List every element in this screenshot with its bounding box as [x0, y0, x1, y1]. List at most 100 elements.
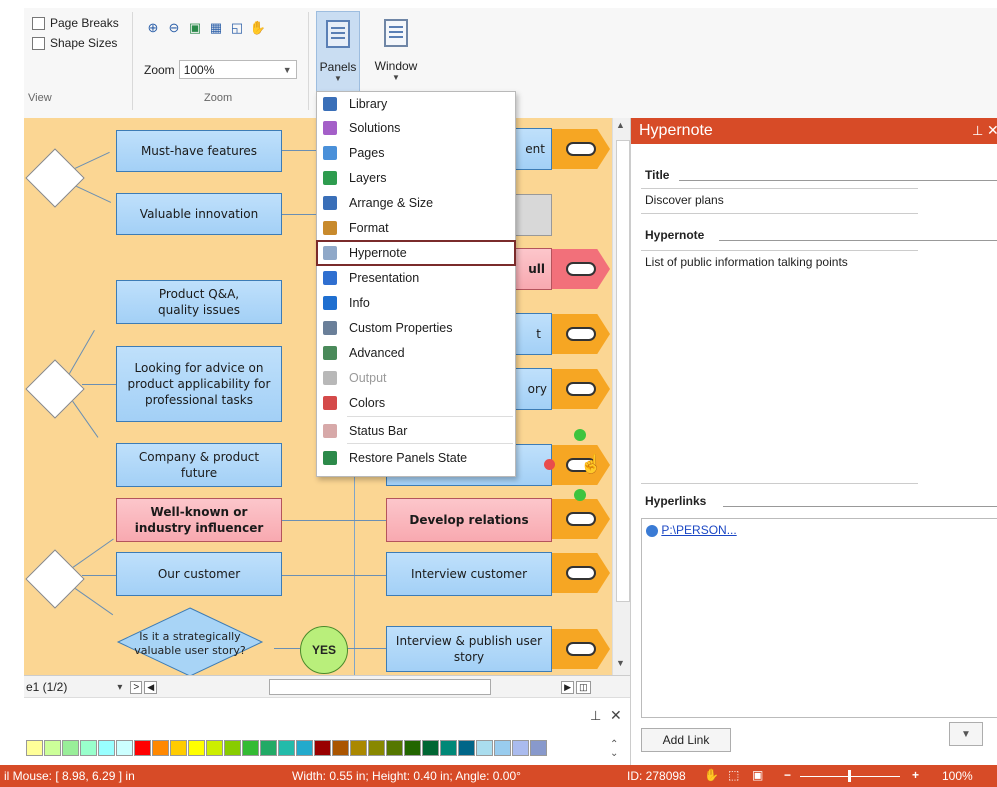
menu-item-arrange-size[interactable]: Arrange & Size [317, 191, 515, 215]
scroll-left-icon[interactable]: ◀ [144, 680, 158, 694]
dropdown-chevron-icon[interactable]: ▼ [949, 722, 983, 746]
mindmap-tag[interactable] [552, 249, 610, 289]
color-swatch[interactable] [422, 740, 439, 756]
node-publish-user-story[interactable]: Interview & publish user story [386, 626, 552, 672]
page-breaks-checkbox[interactable]: Page Breaks [32, 16, 119, 30]
color-swatch[interactable] [224, 740, 241, 756]
close-icon[interactable]: ✕ [987, 122, 997, 139]
node-develop-relations[interactable]: Develop relations [386, 498, 552, 542]
scroll-up-icon[interactable]: ▲ [616, 120, 625, 130]
title-field[interactable]: Discover plans [641, 188, 918, 214]
scroll-thumb[interactable] [616, 140, 630, 602]
fit-width-icon[interactable]: ▦ [208, 20, 224, 36]
menu-item-format[interactable]: Format [317, 216, 515, 240]
connection-handle[interactable] [544, 459, 555, 470]
canvas-vertical-scrollbar[interactable]: ▲ ▼ [612, 118, 631, 675]
menu-item-hypernote[interactable]: Hypernote [316, 240, 516, 266]
decision-diamond[interactable] [25, 549, 85, 609]
color-swatch[interactable] [98, 740, 115, 756]
color-swatch[interactable] [242, 740, 259, 756]
pan-hand-icon[interactable]: ✋ [250, 20, 266, 36]
color-swatch[interactable] [314, 740, 331, 756]
color-swatch[interactable] [458, 740, 475, 756]
pin-icon[interactable]: ⊥ [972, 123, 983, 139]
window-button[interactable]: Window ▼ [368, 11, 424, 99]
color-swatch[interactable] [260, 740, 277, 756]
decision-diamond[interactable] [25, 359, 85, 419]
node-valuable-innovation[interactable]: Valuable innovation [116, 193, 282, 235]
menu-item-restore-panels-state[interactable]: Restore Panels State [317, 446, 515, 470]
fit-selection-icon[interactable]: ⬚ [728, 768, 739, 782]
color-swatch[interactable] [26, 740, 43, 756]
add-link-button[interactable]: Add Link [641, 728, 731, 752]
menu-item-presentation[interactable]: Presentation [317, 266, 515, 290]
fit-page-icon[interactable]: ▣ [187, 20, 203, 36]
node-company-future[interactable]: Company & product future [116, 443, 282, 487]
color-swatch[interactable] [80, 740, 97, 756]
decision-diamond[interactable] [25, 148, 85, 208]
horizontal-scrollbar[interactable] [269, 679, 492, 695]
color-swatch[interactable] [44, 740, 61, 756]
zoom-select[interactable]: 100% ▼ [178, 60, 297, 79]
color-swatch[interactable] [530, 740, 547, 756]
mindmap-tag[interactable] [552, 499, 610, 539]
hypernote-text-field[interactable]: List of public information talking point… [641, 250, 918, 484]
color-swatch[interactable] [206, 740, 223, 756]
panels-button[interactable]: Panels ▼ [316, 11, 360, 101]
color-swatch[interactable] [386, 740, 403, 756]
menu-item-pages[interactable]: Pages [317, 141, 515, 165]
hyperlink-item[interactable]: P:\PERSON... [661, 523, 736, 537]
color-swatch[interactable] [170, 740, 187, 756]
color-swatch[interactable] [134, 740, 151, 756]
color-swatch[interactable] [62, 740, 79, 756]
menu-item-layers[interactable]: Layers [317, 166, 515, 190]
rotate-handle[interactable] [574, 429, 586, 441]
menu-item-solutions[interactable]: Solutions [317, 116, 515, 140]
color-swatch[interactable] [152, 740, 169, 756]
pan-hand-icon[interactable]: ✋ [704, 768, 719, 782]
node-our-customer[interactable]: Our customer [116, 552, 282, 596]
color-swatch[interactable] [476, 740, 493, 756]
zoom-slider-thumb[interactable] [848, 770, 851, 782]
palette-scroll-icon[interactable]: ⌃ ⌄ [610, 740, 618, 759]
color-swatch[interactable] [440, 740, 457, 756]
zoom-out-icon[interactable]: − [784, 768, 791, 782]
zoom-in-icon[interactable]: + [912, 768, 919, 782]
menu-item-library[interactable]: Library [317, 92, 515, 116]
node-interview-customer[interactable]: Interview customer [386, 552, 552, 596]
zoom-selection-icon[interactable]: ◱ [229, 20, 245, 36]
mindmap-tag[interactable] [552, 129, 610, 169]
color-swatch[interactable] [404, 740, 421, 756]
mindmap-tag[interactable] [552, 553, 610, 593]
mindmap-tag[interactable] [552, 314, 610, 354]
pin-icon[interactable]: ⊥ [590, 708, 601, 724]
color-swatch[interactable] [368, 740, 385, 756]
menu-item-colors[interactable]: Colors [317, 391, 515, 415]
color-swatch[interactable] [188, 740, 205, 756]
mindmap-tag[interactable] [552, 369, 610, 409]
shape-sizes-checkbox[interactable]: Shape Sizes [32, 36, 119, 50]
color-swatch[interactable] [278, 740, 295, 756]
scroll-right-icon[interactable]: ▶ [561, 680, 575, 694]
color-swatch[interactable] [116, 740, 133, 756]
close-icon[interactable]: ✕ [610, 707, 622, 724]
next-page-icon[interactable]: > [130, 680, 143, 694]
zoom-in-icon[interactable]: ⊕ [145, 20, 161, 36]
resize-handle[interactable] [574, 489, 586, 501]
scroll-down-icon[interactable]: ▼ [616, 658, 625, 668]
menu-item-info[interactable]: Info [317, 291, 515, 315]
fit-page-icon[interactable]: ▣ [752, 768, 763, 782]
color-swatch[interactable] [494, 740, 511, 756]
fit-icon[interactable]: ◫ [576, 680, 591, 694]
color-swatch[interactable] [350, 740, 367, 756]
color-swatch[interactable] [512, 740, 529, 756]
zoom-out-icon[interactable]: ⊖ [166, 20, 182, 36]
node-looking-for-advice[interactable]: Looking for advice on product applicabil… [116, 346, 282, 422]
node-must-have[interactable]: Must-have features [116, 130, 282, 172]
node-product-qa[interactable]: Product Q&A, quality issues [116, 280, 282, 324]
chevron-down-icon[interactable]: ▾ [117, 682, 122, 693]
mindmap-tag[interactable] [552, 629, 610, 669]
menu-item-advanced[interactable]: Advanced [317, 341, 515, 365]
menu-item-status-bar[interactable]: Status Bar [317, 419, 515, 443]
color-swatch[interactable] [332, 740, 349, 756]
